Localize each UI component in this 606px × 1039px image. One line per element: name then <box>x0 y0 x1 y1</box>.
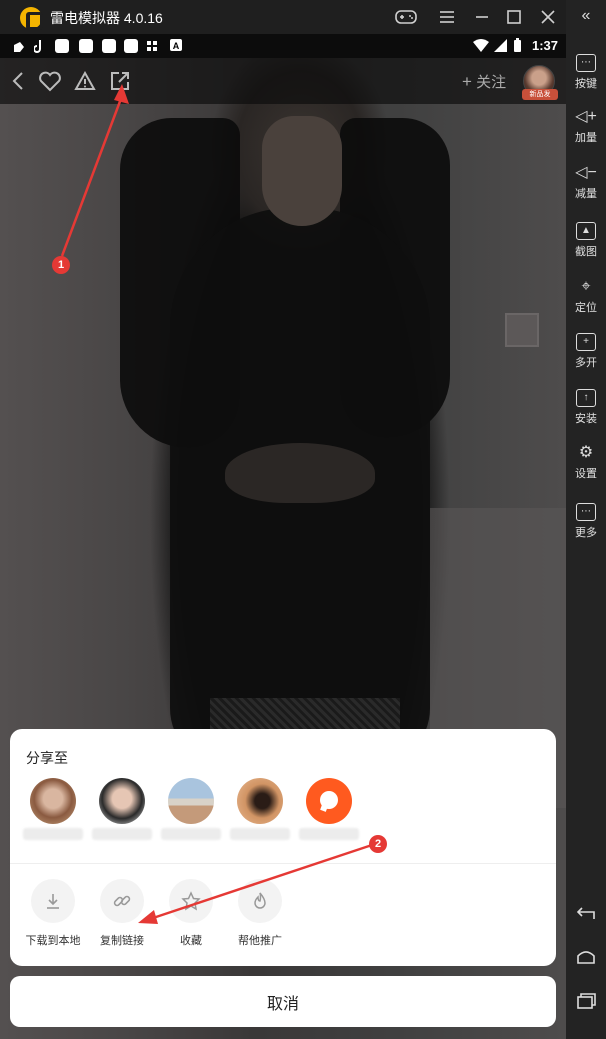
emulator-titlebar: 雷电模拟器 4.0.16 <box>0 0 606 34</box>
sidebar-item-volume-down[interactable]: ◁− 减量 <box>566 164 606 201</box>
sidebar-label: 减量 <box>575 188 597 200</box>
annotation-arrows <box>60 84 373 924</box>
arrow-1-head <box>114 84 129 104</box>
app-logo-icon <box>20 7 43 30</box>
more-icon: ⋯ <box>576 503 596 521</box>
sidebar-label: 多开 <box>575 357 597 369</box>
annotation-badge-1: 1 <box>52 256 70 274</box>
phone-screen: A 1:37 + 关注 新品发 分享至 下载到本地 复制链接 收藏 帮他推广 取… <box>0 34 566 1039</box>
volume-down-icon: ◁− <box>575 164 597 181</box>
sidebar-item-volume-up[interactable]: ◁+ 加量 <box>566 108 606 145</box>
volume-up-icon: ◁+ <box>575 108 597 125</box>
maximize-icon[interactable] <box>502 6 526 28</box>
install-icon: ↑ <box>576 389 596 407</box>
minimize-icon[interactable] <box>470 6 494 28</box>
collapse-sidebar-icon[interactable]: « <box>566 7 606 25</box>
back-nav-icon[interactable] <box>566 905 606 926</box>
sidebar-label: 加量 <box>575 132 597 144</box>
sidebar-label: 设置 <box>575 468 597 480</box>
location-icon: ⌖ <box>581 278 591 295</box>
home-nav-icon[interactable] <box>566 948 606 969</box>
sidebar-label: 截图 <box>575 246 597 258</box>
sidebar-item-multi[interactable]: + 多开 <box>566 333 606 370</box>
screenshot-icon: ▲ <box>576 222 596 240</box>
sidebar-item-screenshot[interactable]: ▲ 截图 <box>566 222 606 259</box>
sidebar-item-settings[interactable]: ⚙ 设置 <box>566 444 606 481</box>
sidebar-item-more[interactable]: ⋯ 更多 <box>566 503 606 540</box>
recents-nav-icon[interactable] <box>566 993 606 1014</box>
sidebar-label: 定位 <box>575 302 597 314</box>
sidebar-label: 更多 <box>575 527 597 539</box>
annotation-badge-2: 2 <box>369 835 387 853</box>
arrow-2-head <box>138 910 158 924</box>
arrow-1-line <box>60 95 124 257</box>
gamepad-icon[interactable] <box>394 6 418 28</box>
window-title: 雷电模拟器 4.0.16 <box>50 10 163 26</box>
close-icon[interactable] <box>536 6 560 28</box>
sidebar-label: 按键 <box>575 78 597 90</box>
sidebar-item-location[interactable]: ⌖ 定位 <box>566 278 606 315</box>
keyboard-icon: ⋯ <box>576 54 596 72</box>
emulator-sidebar: « ⋯ 按键 ◁+ 加量 ◁− 减量 ▲ 截图 ⌖ 定位 + 多开 ↑ 安装 ⚙… <box>566 0 606 1039</box>
menu-icon[interactable] <box>435 6 459 28</box>
sidebar-item-install[interactable]: ↑ 安装 <box>566 389 606 426</box>
sidebar-label: 安装 <box>575 413 597 425</box>
settings-icon: ⚙ <box>578 444 594 461</box>
sidebar-item-keys[interactable]: ⋯ 按键 <box>566 54 606 91</box>
multi-instance-icon: + <box>576 333 596 351</box>
arrow-2-line <box>149 843 373 921</box>
